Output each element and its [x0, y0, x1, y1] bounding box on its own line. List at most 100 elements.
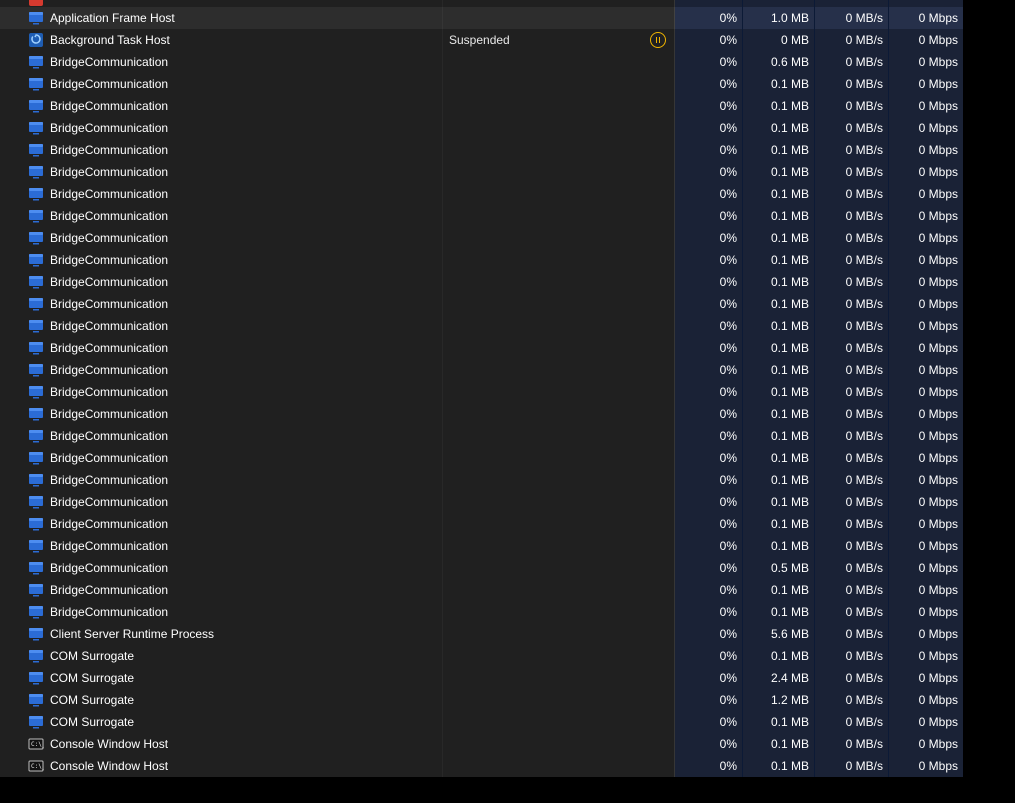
process-name: BridgeCommunication	[50, 539, 168, 553]
row-filler	[963, 667, 1015, 689]
process-row[interactable]: BridgeCommunication0%0.1 MB0 MB/s0 Mbps	[0, 337, 1015, 359]
process-row[interactable]: BridgeCommunication0%0.1 MB0 MB/s0 Mbps	[0, 293, 1015, 315]
process-row[interactable]: COM Surrogate0%0.1 MB0 MB/s0 Mbps	[0, 645, 1015, 667]
mem-cell: 1.2 MB	[743, 689, 815, 711]
net-value: 0 Mbps	[919, 429, 958, 443]
process-name-cell[interactable]: BridgeCommunication	[0, 381, 443, 403]
process-row[interactable]: BridgeCommunication0%0.1 MB0 MB/s0 Mbps	[0, 601, 1015, 623]
process-row[interactable]: Background Task HostSuspended0%0 MB0 MB/…	[0, 29, 1015, 51]
process-row[interactable]: BridgeCommunication0%0.1 MB0 MB/s0 Mbps	[0, 469, 1015, 491]
process-name-cell[interactable]: COM Surrogate	[0, 667, 443, 689]
row-filler	[963, 139, 1015, 161]
process-name-cell[interactable]: COM Surrogate	[0, 711, 443, 733]
process-row[interactable]: COM Surrogate0%0.1 MB0 MB/s0 Mbps	[0, 711, 1015, 733]
row-filler	[963, 469, 1015, 491]
status-cell	[443, 601, 675, 623]
process-name-cell[interactable]: BridgeCommunication	[0, 315, 443, 337]
process-row[interactable]: BridgeCommunication0%0.1 MB0 MB/s0 Mbps	[0, 579, 1015, 601]
process-name: Application Frame Host	[50, 11, 175, 25]
process-row[interactable]: BridgeCommunication0%0.1 MB0 MB/s0 Mbps	[0, 513, 1015, 535]
process-table[interactable]: Application Frame Host0%1.0 MB0 MB/s0 Mb…	[0, 0, 1015, 777]
process-row[interactable]: BridgeCommunication0%0.1 MB0 MB/s0 Mbps	[0, 315, 1015, 337]
process-name-cell[interactable]: BridgeCommunication	[0, 601, 443, 623]
process-name-cell[interactable]: BridgeCommunication	[0, 293, 443, 315]
disk-cell: 0 MB/s	[815, 447, 889, 469]
mem-cell: 0.1 MB	[743, 755, 815, 777]
process-row[interactable]: BridgeCommunication0%0.1 MB0 MB/s0 Mbps	[0, 227, 1015, 249]
process-name-cell[interactable]: COM Surrogate	[0, 645, 443, 667]
status-cell	[443, 95, 675, 117]
process-row[interactable]: BridgeCommunication0%0.1 MB0 MB/s0 Mbps	[0, 161, 1015, 183]
process-name-cell[interactable]	[0, 0, 443, 7]
process-row[interactable]: BridgeCommunication0%0.1 MB0 MB/s0 Mbps	[0, 447, 1015, 469]
disk-cell: 0 MB/s	[815, 183, 889, 205]
process-row[interactable]: BridgeCommunication0%0.1 MB0 MB/s0 Mbps	[0, 403, 1015, 425]
process-row[interactable]: BridgeCommunication0%0.6 MB0 MB/s0 Mbps	[0, 51, 1015, 73]
process-name-cell[interactable]: BridgeCommunication	[0, 161, 443, 183]
process-row[interactable]: BridgeCommunication0%0.1 MB0 MB/s0 Mbps	[0, 95, 1015, 117]
process-row[interactable]: BridgeCommunication0%0.1 MB0 MB/s0 Mbps	[0, 205, 1015, 227]
process-name-cell[interactable]: BridgeCommunication	[0, 425, 443, 447]
process-name-cell[interactable]: BridgeCommunication	[0, 271, 443, 293]
mem-cell: 0.1 MB	[743, 601, 815, 623]
process-row[interactable]: BridgeCommunication0%0.1 MB0 MB/s0 Mbps	[0, 271, 1015, 293]
process-name-cell[interactable]: BridgeCommunication	[0, 447, 443, 469]
process-row[interactable]: C:\_Console Window Host0%0.1 MB0 MB/s0 M…	[0, 733, 1015, 755]
mem-cell: 0.1 MB	[743, 227, 815, 249]
process-row[interactable]: BridgeCommunication0%0.1 MB0 MB/s0 Mbps	[0, 249, 1015, 271]
process-name-cell[interactable]: BridgeCommunication	[0, 73, 443, 95]
process-row[interactable]: BridgeCommunication0%0.5 MB0 MB/s0 Mbps	[0, 557, 1015, 579]
process-name-cell[interactable]: BridgeCommunication	[0, 95, 443, 117]
process-name-cell[interactable]: BridgeCommunication	[0, 557, 443, 579]
net-cell: 0 Mbps	[889, 755, 963, 777]
process-name-cell[interactable]: BridgeCommunication	[0, 249, 443, 271]
cpu-value: 0%	[720, 385, 737, 399]
process-row[interactable]: C:\_Console Window Host0%0.1 MB0 MB/s0 M…	[0, 755, 1015, 777]
process-row[interactable]: BridgeCommunication0%0.1 MB0 MB/s0 Mbps	[0, 73, 1015, 95]
process-name-cell[interactable]: BridgeCommunication	[0, 51, 443, 73]
process-row[interactable]: BridgeCommunication0%0.1 MB0 MB/s0 Mbps	[0, 359, 1015, 381]
process-name-cell[interactable]: BridgeCommunication	[0, 579, 443, 601]
disk-value: 0 MB/s	[846, 473, 883, 487]
net-value: 0 Mbps	[919, 33, 958, 47]
mem-value: 0.1 MB	[771, 759, 809, 773]
disk-cell	[815, 0, 889, 7]
process-row[interactable]: BridgeCommunication0%0.1 MB0 MB/s0 Mbps	[0, 381, 1015, 403]
process-name-cell[interactable]: BridgeCommunication	[0, 535, 443, 557]
process-name-cell[interactable]: BridgeCommunication	[0, 205, 443, 227]
process-row[interactable]: COM Surrogate0%1.2 MB0 MB/s0 Mbps	[0, 689, 1015, 711]
net-cell: 0 Mbps	[889, 205, 963, 227]
net-cell: 0 Mbps	[889, 183, 963, 205]
net-cell: 0 Mbps	[889, 645, 963, 667]
disk-cell: 0 MB/s	[815, 51, 889, 73]
process-row[interactable]: Client Server Runtime Process0%5.6 MB0 M…	[0, 623, 1015, 645]
process-row[interactable]: COM Surrogate0%2.4 MB0 MB/s0 Mbps	[0, 667, 1015, 689]
process-name-cell[interactable]: BridgeCommunication	[0, 513, 443, 535]
process-name-cell[interactable]: BridgeCommunication	[0, 227, 443, 249]
process-row[interactable]: BridgeCommunication0%0.1 MB0 MB/s0 Mbps	[0, 535, 1015, 557]
process-row[interactable]: BridgeCommunication0%0.1 MB0 MB/s0 Mbps	[0, 425, 1015, 447]
process-row[interactable]: BridgeCommunication0%0.1 MB0 MB/s0 Mbps	[0, 139, 1015, 161]
process-name-cell[interactable]: BridgeCommunication	[0, 183, 443, 205]
process-name-cell[interactable]: BridgeCommunication	[0, 337, 443, 359]
process-name-cell[interactable]: Client Server Runtime Process	[0, 623, 443, 645]
mem-cell: 0.1 MB	[743, 535, 815, 557]
process-name-cell[interactable]: BridgeCommunication	[0, 491, 443, 513]
process-name-cell[interactable]: C:\_Console Window Host	[0, 733, 443, 755]
process-name-cell[interactable]: BridgeCommunication	[0, 359, 443, 381]
process-name-cell[interactable]: BridgeCommunication	[0, 469, 443, 491]
process-row[interactable]: BridgeCommunication0%0.1 MB0 MB/s0 Mbps	[0, 117, 1015, 139]
process-name-cell[interactable]: BridgeCommunication	[0, 139, 443, 161]
process-name-cell[interactable]: BridgeCommunication	[0, 403, 443, 425]
process-name-cell[interactable]: Background Task Host	[0, 29, 443, 51]
process-row[interactable]	[0, 0, 1015, 7]
process-row[interactable]: BridgeCommunication0%0.1 MB0 MB/s0 Mbps	[0, 491, 1015, 513]
process-name-cell[interactable]: COM Surrogate	[0, 689, 443, 711]
process-name-cell[interactable]: Application Frame Host	[0, 7, 443, 29]
process-name-cell[interactable]: C:\_Console Window Host	[0, 755, 443, 777]
process-row[interactable]: BridgeCommunication0%0.1 MB0 MB/s0 Mbps	[0, 183, 1015, 205]
process-name: Console Window Host	[50, 759, 168, 773]
process-name-cell[interactable]: BridgeCommunication	[0, 117, 443, 139]
process-row[interactable]: Application Frame Host0%1.0 MB0 MB/s0 Mb…	[0, 7, 1015, 29]
mem-cell: 0.6 MB	[743, 51, 815, 73]
